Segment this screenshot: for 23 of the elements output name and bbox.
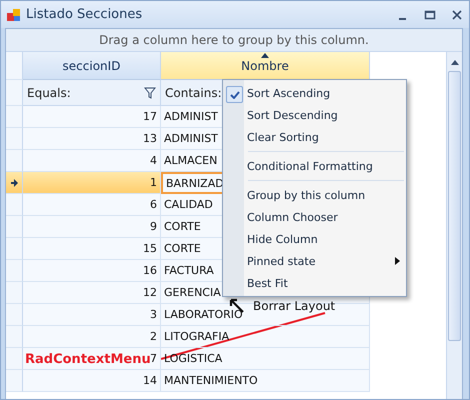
- annotation-label: RadContextMenu: [25, 352, 151, 367]
- filter-icon[interactable]: [144, 86, 156, 98]
- column-header[interactable]: seccionID: [23, 52, 161, 80]
- header-corner: [6, 52, 23, 80]
- window-title: Listado Secciones: [26, 7, 144, 22]
- submenu-arrow-icon: [395, 257, 400, 265]
- table-cell: 1: [23, 172, 161, 194]
- current-row-icon: [10, 178, 18, 186]
- filter-operator: Contains:: [165, 86, 222, 100]
- close-icon[interactable]: [451, 8, 463, 20]
- vertical-scrollbar[interactable]: [446, 52, 462, 399]
- column-header[interactable]: Nombre: [161, 52, 370, 80]
- table-cell: 14: [23, 370, 161, 392]
- filter-row-indicator: [6, 80, 23, 106]
- scroll-up-icon[interactable]: [450, 60, 458, 65]
- scroll-thumb[interactable]: [448, 71, 461, 341]
- table-cell: MANTENIMIENTO: [161, 370, 370, 392]
- menu-item[interactable]: Sort Ascending: [223, 82, 406, 104]
- filter-cell[interactable]: Equals:: [23, 80, 161, 106]
- maximize-icon[interactable]: [424, 8, 436, 20]
- group-panel-hint: Drag a column here to group by this column.: [6, 29, 462, 52]
- app-icon: [7, 8, 21, 22]
- filter-operator: Equals:: [27, 86, 71, 100]
